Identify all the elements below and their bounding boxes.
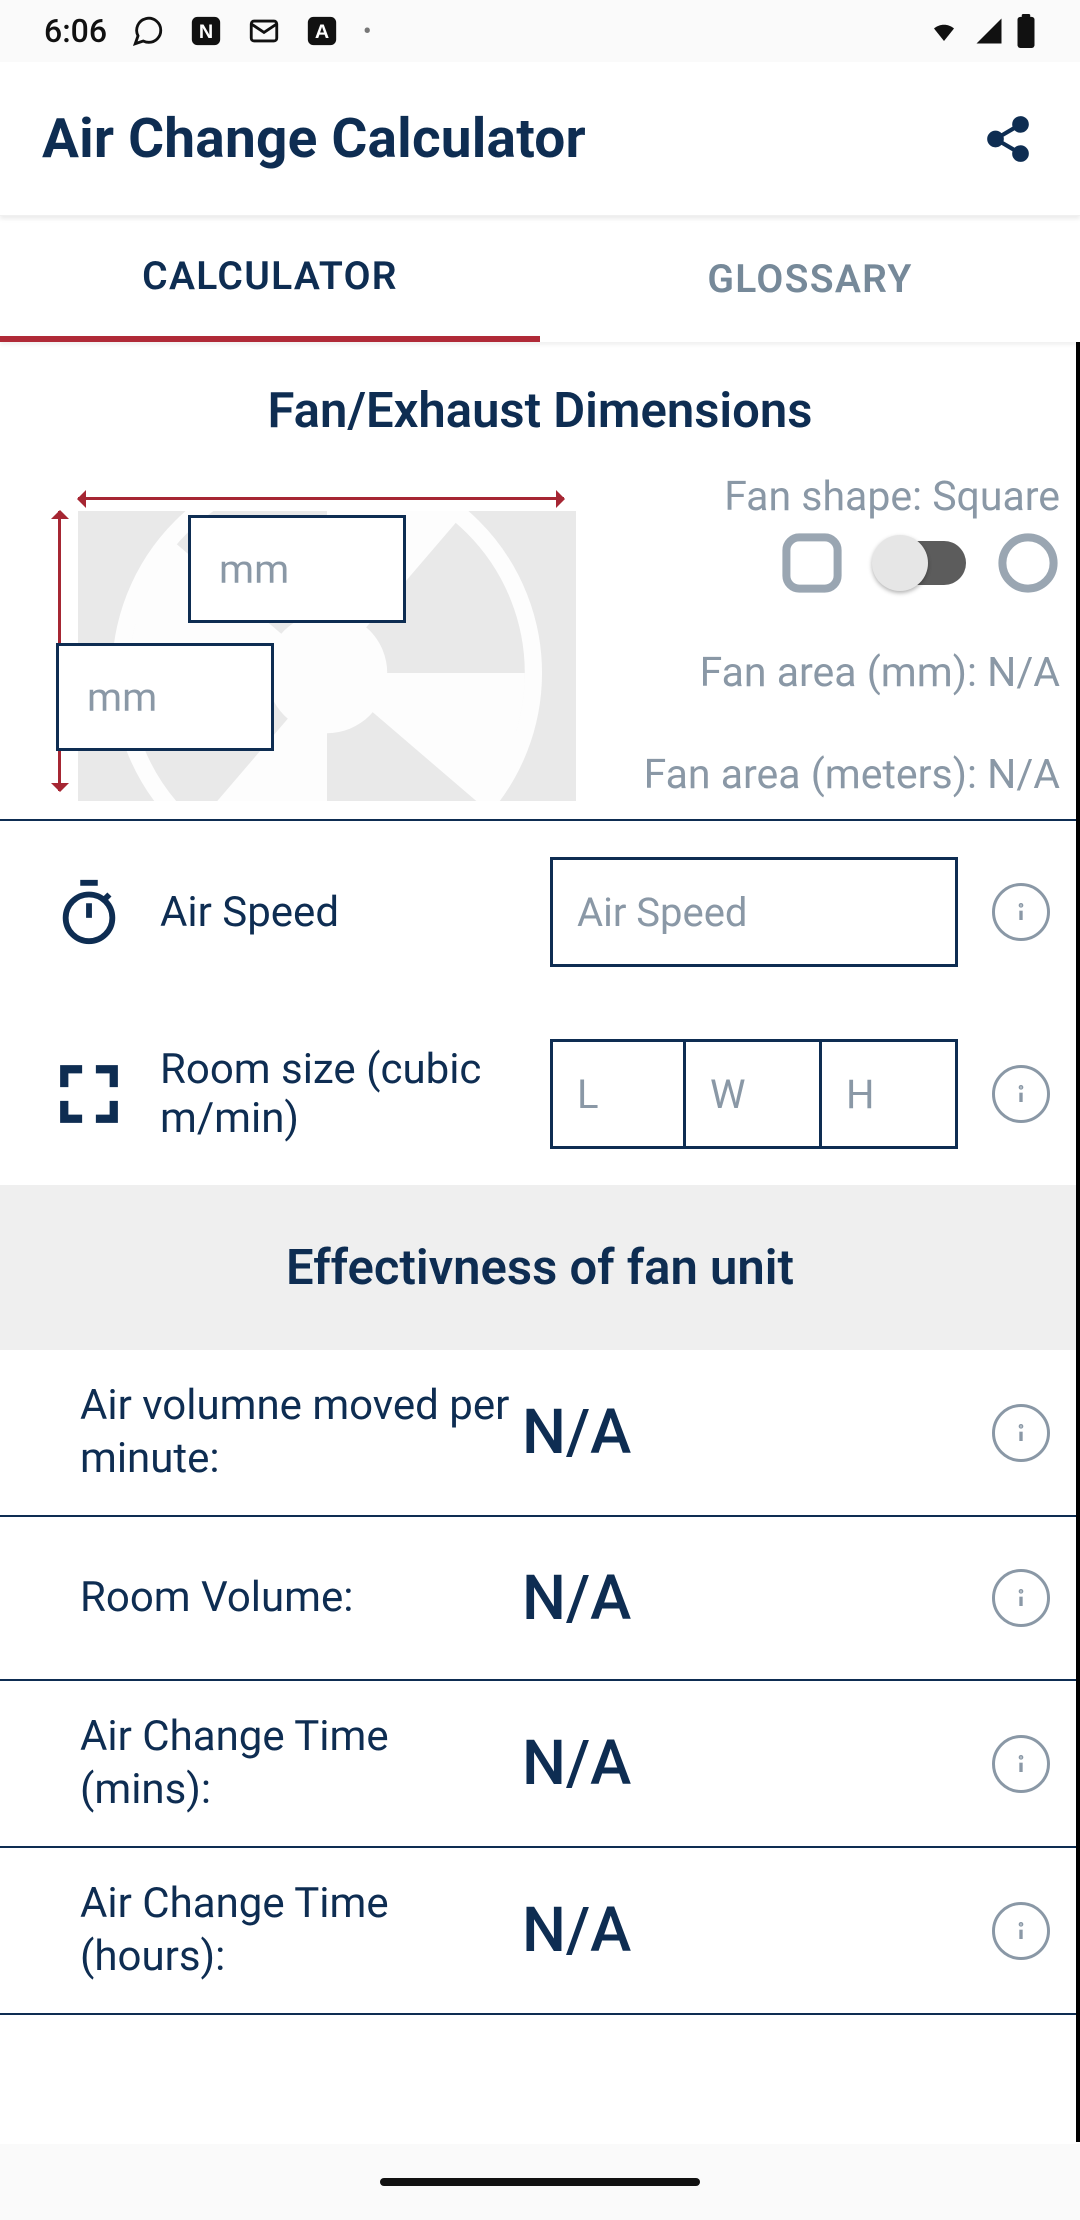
room-size-label: Room size (cubic m/min) — [160, 1045, 544, 1143]
circle-shape-icon — [996, 531, 1060, 595]
whatsapp-icon — [131, 14, 165, 48]
wifi-icon — [926, 16, 962, 46]
square-shape-icon — [780, 531, 844, 595]
result-room-volume: Room Volume: N/A — [0, 1517, 1080, 1681]
svg-text:A: A — [315, 21, 329, 43]
tab-calculator[interactable]: CALCULATOR — [0, 216, 540, 342]
width-arrow — [78, 497, 564, 500]
stopwatch-icon — [50, 873, 128, 951]
air-speed-row: Air Speed Air Speed — [0, 821, 1080, 1003]
a-box-icon: A — [305, 14, 339, 48]
svg-text:N: N — [199, 21, 213, 43]
fan-height-input[interactable]: mm — [56, 643, 274, 751]
result-air-volume: Air volumne moved per minute: N/A — [0, 1350, 1080, 1517]
page-title: Air Change Calculator — [42, 107, 974, 171]
result-act-hours: Air Change Time (hours): N/A — [0, 1848, 1080, 2015]
room-length-input[interactable]: L — [550, 1039, 686, 1149]
signal-icon — [974, 16, 1004, 46]
tab-glossary[interactable]: GLOSSARY — [540, 216, 1080, 342]
tabs: CALCULATOR GLOSSARY — [0, 216, 1080, 342]
status-time: 6:06 — [44, 12, 107, 50]
air-volume-info-button[interactable] — [992, 1404, 1050, 1462]
fan-width-input[interactable]: mm — [188, 515, 406, 623]
fan-section-title: Fan/Exhaust Dimensions — [0, 342, 1080, 469]
air-speed-input[interactable]: Air Speed — [550, 857, 958, 967]
n-box-icon: N — [189, 14, 223, 48]
more-notifications-dot: • — [363, 17, 371, 45]
fan-shape-label: Fan shape: Square — [592, 473, 1060, 521]
room-size-row: Room size (cubic m/min) L W H — [0, 1003, 1080, 1185]
app-bar: Air Change Calculator — [0, 62, 1080, 216]
effectiveness-title: Effectivness of fan unit — [0, 1239, 1080, 1296]
status-bar: 6:06 N A • — [0, 0, 1080, 62]
air-speed-info-button[interactable] — [992, 883, 1050, 941]
room-volume-info-button[interactable] — [992, 1569, 1050, 1627]
act-mins-value: N/A — [510, 1727, 964, 1800]
gesture-pill[interactable] — [380, 2178, 700, 2186]
share-button[interactable] — [974, 105, 1042, 173]
act-hours-info-button[interactable] — [992, 1902, 1050, 1960]
act-mins-label: Air Change Time (mins): — [80, 1711, 510, 1816]
fan-area-meters: Fan area (meters): N/A — [592, 751, 1060, 799]
fan-area-mm: Fan area (mm): N/A — [592, 649, 1060, 697]
mail-icon — [247, 14, 281, 48]
room-size-info-button[interactable] — [992, 1065, 1050, 1123]
room-width-input[interactable]: W — [686, 1039, 822, 1149]
gesture-nav-bar[interactable] — [0, 2144, 1080, 2220]
air-volume-label: Air volumne moved per minute: — [80, 1380, 510, 1485]
act-hours-label: Air Change Time (hours): — [80, 1878, 510, 1983]
act-mins-info-button[interactable] — [992, 1735, 1050, 1793]
result-act-mins: Air Change Time (mins): N/A — [0, 1681, 1080, 1848]
battery-icon — [1016, 14, 1036, 48]
room-volume-value: N/A — [510, 1562, 964, 1635]
fan-shape-toggle[interactable] — [874, 541, 966, 585]
room-volume-label: Room Volume: — [80, 1572, 510, 1625]
fan-diagram: mm mm — [22, 469, 572, 801]
act-hours-value: N/A — [510, 1894, 964, 1967]
air-volume-value: N/A — [510, 1396, 964, 1469]
effectiveness-header: Effectivness of fan unit — [0, 1185, 1080, 1350]
expand-icon — [50, 1055, 128, 1133]
air-speed-label: Air Speed — [160, 888, 544, 937]
fan-dimension-panel: mm mm Fan shape: Square Fan area (mm): N… — [0, 469, 1080, 821]
room-height-input[interactable]: H — [822, 1039, 958, 1149]
